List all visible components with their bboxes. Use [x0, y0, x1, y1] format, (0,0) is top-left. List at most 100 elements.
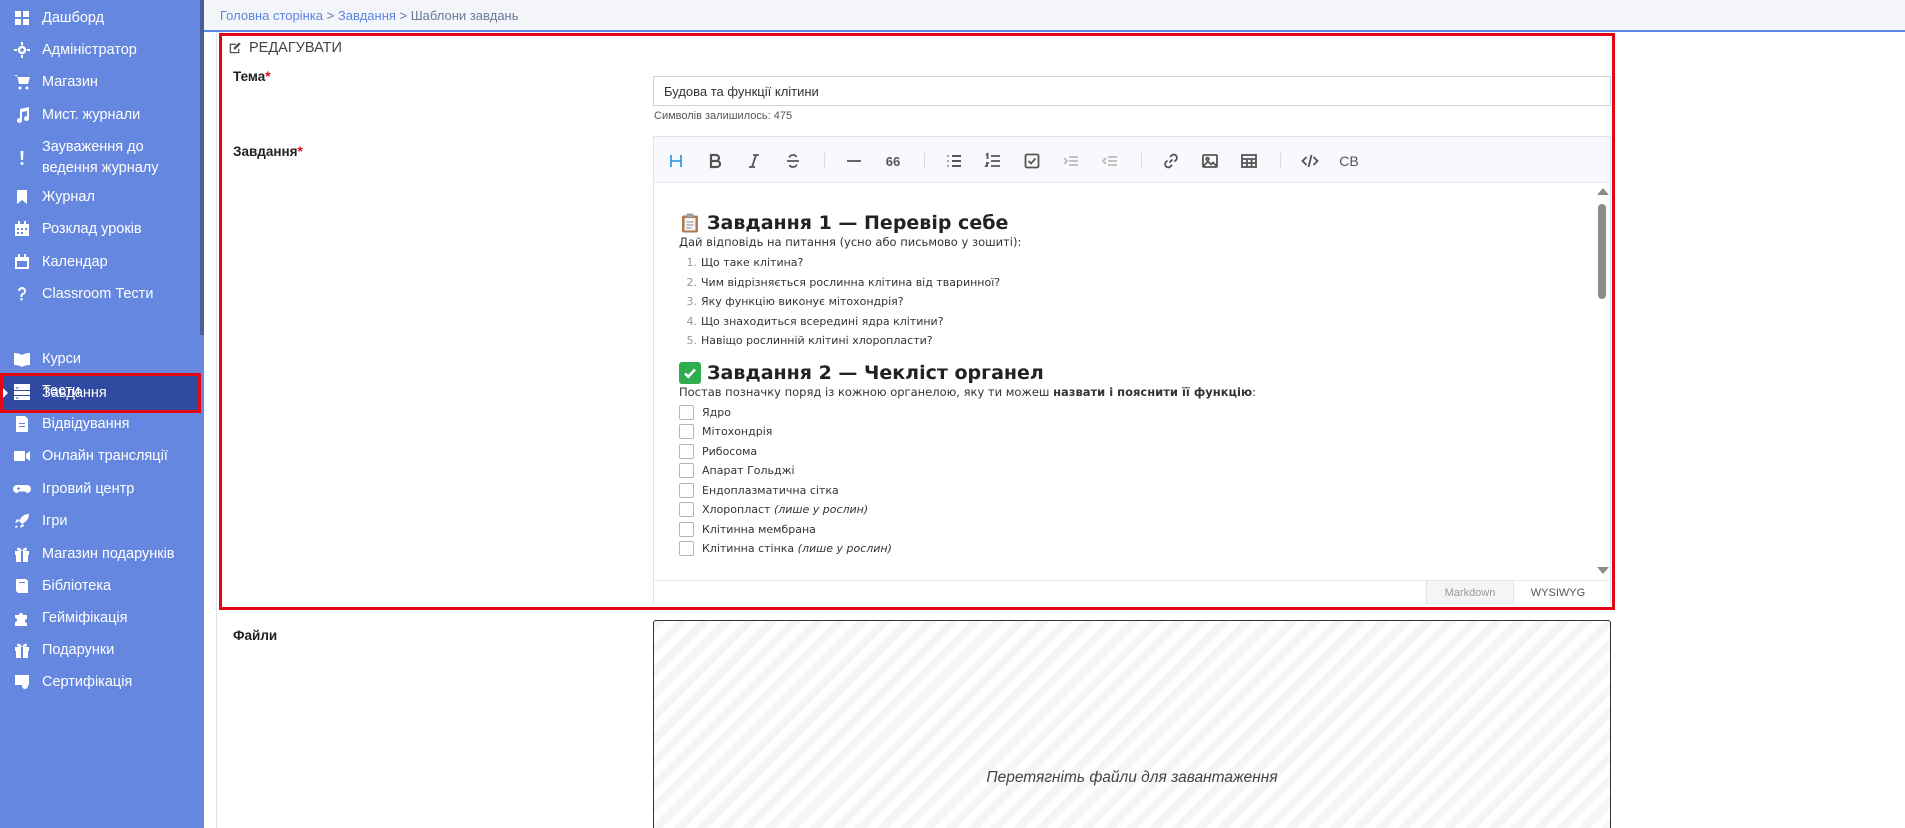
breadcrumb-tasks-link[interactable]: Завдання	[338, 8, 396, 23]
sidebar-item-3[interactable]: Магазин	[0, 66, 200, 98]
task2-heading: Завдання 2 — Чекліст органел	[679, 361, 1599, 384]
organelle-item: Рибосома	[679, 442, 1599, 462]
image-button[interactable]	[1199, 150, 1221, 172]
task1-question: 2. Чим відрізняється рослинна клітина від…	[679, 273, 1599, 293]
rocket-icon	[12, 511, 32, 531]
checkmark-icon	[679, 361, 701, 384]
organelle-checkbox[interactable]	[679, 443, 694, 459]
organelle-checkbox[interactable]	[679, 424, 694, 440]
question-text: Чим відрізняється рослинна клітина від т…	[701, 275, 1001, 289]
sidebar-item-15[interactable]: Ігровий центр	[0, 473, 200, 505]
task2-intro-end: :	[1252, 384, 1257, 399]
organelle-note: (лише у рослин)	[797, 542, 892, 556]
link-button[interactable]	[1160, 150, 1182, 172]
image-icon	[1202, 154, 1218, 168]
horizontal-rule-icon	[847, 160, 861, 162]
files-label: Файли	[233, 628, 278, 643]
sidebar-item-8[interactable]: Календар	[0, 246, 200, 278]
sidebar-item-13[interactable]: Відвідування	[0, 408, 200, 440]
toolbar-divider	[924, 153, 925, 169]
table-button[interactable]	[1238, 150, 1260, 172]
edit-title-text: РЕДАГУВАТИ	[249, 40, 342, 56]
sidebar-item-21[interactable]: Сертифікація	[0, 666, 200, 698]
sidebar-item-17[interactable]: Магазин подарунків	[0, 538, 200, 570]
sidebar-item-label: Курси	[42, 350, 81, 367]
sidebar-item-1[interactable]: Дашборд	[0, 2, 200, 34]
organelle-checkbox[interactable]	[679, 404, 694, 420]
editor-content[interactable]: Завдання 1 — Перевір себе Дай відповідь …	[654, 184, 1599, 579]
task-editor[interactable]: 66 CB Завдання 1 — Перевір себе Дай відп…	[653, 136, 1611, 604]
scroll-thumb[interactable]	[1598, 204, 1606, 299]
editor-mode-bar: Markdown WYSIWYG	[654, 580, 1610, 604]
horizontal-rule-button[interactable]	[843, 150, 865, 172]
organelle-note: (лише у рослин)	[773, 503, 869, 517]
dashboard-icon	[12, 8, 32, 28]
organelle-name: Апарат Гольджі	[702, 464, 795, 478]
required-mark: *	[297, 144, 303, 159]
numbered-list-button[interactable]	[982, 150, 1004, 172]
sidebar-item-label: Адміністратор	[42, 41, 137, 58]
bullet-list-icon	[947, 155, 961, 167]
indent-button[interactable]	[1060, 150, 1082, 172]
task1-question: 4. Що знаходиться всередині ядра клітини?	[679, 312, 1599, 332]
bold-button[interactable]	[704, 150, 726, 172]
sidebar-item-label: Магазин	[42, 73, 98, 90]
italic-button[interactable]	[743, 150, 765, 172]
sidebar-item-11[interactable]: Курси	[0, 343, 200, 375]
code-button[interactable]	[1299, 150, 1321, 172]
outdent-icon	[1101, 156, 1117, 166]
bold-icon	[709, 153, 722, 169]
code-block-button[interactable]: CB	[1338, 150, 1360, 172]
question-number: 1.	[686, 256, 698, 269]
organelle-checkbox[interactable]	[679, 541, 694, 557]
organelle-name: Ендоплазматична сітка	[702, 483, 839, 497]
quote-icon: 66	[885, 153, 901, 169]
strikethrough-button[interactable]	[782, 150, 804, 172]
chars-remaining: Символів залишилось: 475	[654, 110, 793, 122]
organelle-checkbox[interactable]	[679, 463, 694, 479]
heading-button[interactable]	[665, 150, 687, 172]
editor-scrollbar[interactable]	[1595, 184, 1609, 579]
sidebar-item-6[interactable]: Журнал	[0, 181, 200, 213]
library-icon	[12, 576, 32, 596]
sidebar-item-label: Дашборд	[42, 9, 105, 26]
sidebar-item-5[interactable]: Зауваження до ведення журналу	[0, 133, 200, 183]
organelle-checkbox[interactable]	[679, 482, 694, 498]
outdent-button[interactable]	[1099, 150, 1121, 172]
question-text: Навіщо рослинній клітині хлоропласти?	[701, 334, 933, 347]
organelle-checkbox[interactable]	[679, 521, 694, 537]
file-dropzone[interactable]: Перетягніть файли для завантаження	[653, 620, 1611, 828]
sidebar-item-12[interactable]: Тести	[0, 375, 200, 407]
task2-intro-bold: назвати і пояснити її функцію	[1053, 384, 1253, 399]
wysiwyg-mode-tab[interactable]: WYSIWYG	[1514, 581, 1602, 604]
markdown-mode-tab[interactable]: Markdown	[1426, 581, 1514, 604]
sidebar-item-4[interactable]: Мист. журнали	[0, 99, 200, 131]
topic-input[interactable]	[653, 76, 1611, 106]
breadcrumb-home-link[interactable]: Головна сторінка	[220, 8, 323, 23]
toolbar-divider	[1141, 153, 1142, 169]
scroll-up-arrow-icon[interactable]	[1597, 188, 1609, 195]
task1-heading: Завдання 1 — Перевір себе	[679, 212, 1599, 234]
sidebar-item-label: Гейміфікація	[42, 609, 128, 626]
top-bar: Головна сторінка > Завдання > Шаблони за…	[204, 0, 1905, 32]
bullet-list-button[interactable]	[943, 150, 965, 172]
sidebar-item-19[interactable]: Гейміфікація	[0, 602, 200, 634]
sidebar-item-20[interactable]: Подарунки	[0, 634, 200, 666]
sidebar-item-2[interactable]: Адміністратор	[0, 34, 200, 66]
sidebar-item-7[interactable]: Розклад уроків	[0, 213, 200, 245]
edit-icon	[229, 42, 241, 54]
task1-question: 5. Навіщо рослинній клітині хлоропласти?	[679, 331, 1599, 351]
task-list-button[interactable]	[1021, 150, 1043, 172]
sidebar-item-18[interactable]: Бібліотека	[0, 570, 200, 602]
sidebar-item-14[interactable]: Онлайн трансляції	[0, 440, 200, 472]
organelle-name: Хлоропласт	[702, 503, 774, 517]
scroll-down-arrow-icon[interactable]	[1597, 567, 1609, 574]
organelle-item: Апарат Гольджі	[679, 461, 1599, 481]
sidebar-scrollbar[interactable]	[200, 0, 204, 335]
sidebar-item-16[interactable]: Ігри	[0, 505, 200, 537]
organelle-checkbox[interactable]	[679, 502, 694, 518]
file-dropzone-text: Перетягніть файли для завантаження	[986, 769, 1278, 786]
quote-button[interactable]: 66	[882, 150, 904, 172]
toolbar-divider	[824, 153, 825, 169]
sidebar-item-9[interactable]: Classroom Тести	[0, 278, 200, 310]
